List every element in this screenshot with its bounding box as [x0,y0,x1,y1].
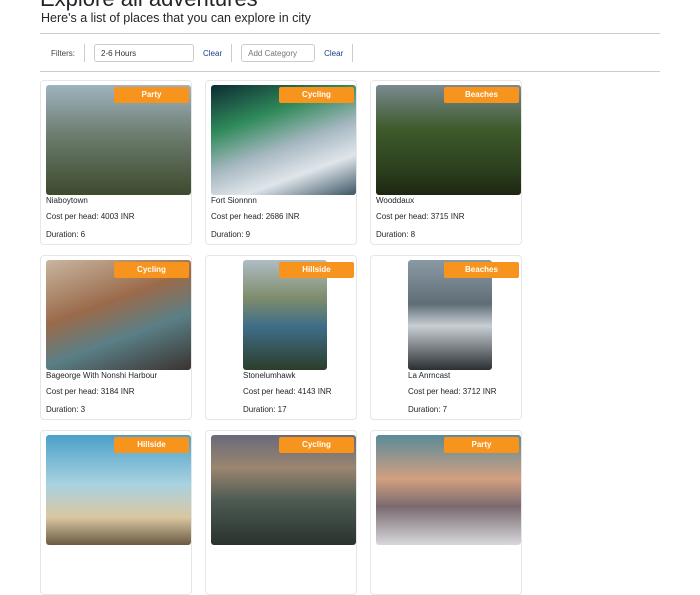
adventure-name: Stonelumhawk [243,371,296,380]
category-badge: Cycling [279,437,354,453]
category-badge: Party [444,437,519,453]
adventure-name: Fort Sionnnn [211,196,257,205]
adventure-card[interactable]: Hillside Stonelumhawk Cost per head: 4143… [205,255,357,420]
category-badge: Beaches [444,87,519,103]
duration-filter-select[interactable] [94,44,194,62]
adventure-cost: Cost per head: 3712 INR [408,387,497,396]
category-badge: Cycling [114,262,189,278]
page-subtitle: Here's a list of places that you can exp… [41,11,311,25]
category-filter-select[interactable] [241,44,316,62]
separator [84,44,85,62]
adventure-duration: Duration: 8 [376,230,416,239]
divider [40,71,660,72]
clear-duration-button[interactable]: Clear [203,49,222,58]
adventure-card[interactable]: Beaches La Anrncast Cost per head: 3712 I… [370,255,522,420]
adventure-card[interactable]: Hillside [40,430,192,595]
adventure-name: La Anrncast [408,371,451,380]
adventure-duration: Duration: 17 [243,405,287,414]
adventure-duration: Duration: 7 [408,405,448,414]
adventure-name: Bageorge With Nonshi Harbour [46,371,158,380]
adventure-duration: Duration: 3 [46,405,86,414]
divider [40,33,660,34]
separator [231,44,233,62]
adventure-card[interactable]: Beaches Wooddaux Cost per head: 3715 INR … [370,80,522,245]
adventure-duration: Duration: 9 [211,230,251,239]
adventure-duration: Duration: 6 [46,230,86,239]
filters-label: Filters: [51,48,75,58]
adventure-cost: Cost per head: 3184 INR [46,387,135,396]
category-badge: Hillside [114,437,189,453]
category-badge: Cycling [279,87,354,103]
adventure-cost: Cost per head: 4003 INR [46,212,135,221]
clear-category-button[interactable]: Clear [324,49,343,58]
adventure-card[interactable]: Party [370,430,522,595]
adventure-cost: Cost per head: 4143 INR [243,387,332,396]
adventure-cost: Cost per head: 3715 INR [376,212,465,221]
separator [352,44,354,62]
category-badge: Hillside [279,262,354,278]
adventure-card[interactable]: Cycling [205,430,357,595]
adventure-card[interactable]: Cycling Bageorge With Nonshi Harbour Cost… [40,255,192,420]
filter-bar: Filters: Clear Clear [40,43,362,63]
category-badge: Party [114,87,189,103]
adventure-card[interactable]: Party Niaboytown Cost per head: 4003 INR … [40,80,192,245]
category-badge: Beaches [444,262,519,278]
adventure-name: Wooddaux [376,196,415,205]
adventure-name: Niaboytown [46,196,88,205]
adventure-card[interactable]: Cycling Fort Sionnnn Cost per head: 2686 … [205,80,357,245]
adventure-cost: Cost per head: 2686 INR [211,212,300,221]
